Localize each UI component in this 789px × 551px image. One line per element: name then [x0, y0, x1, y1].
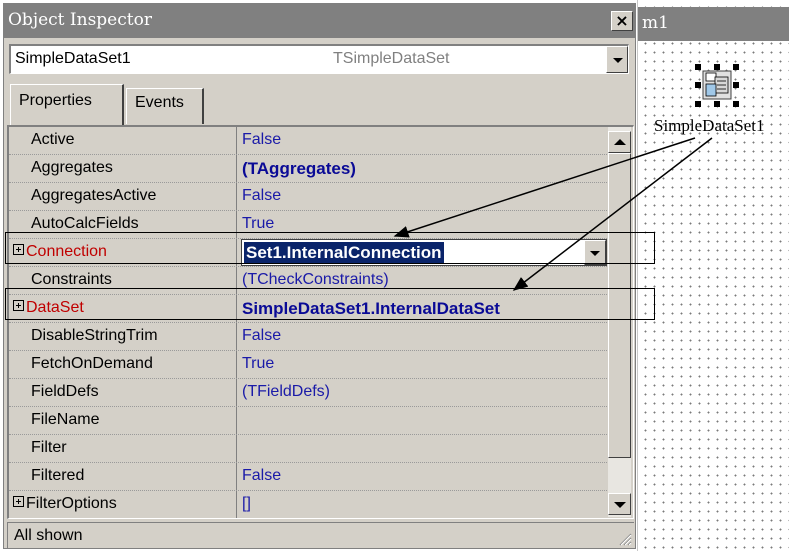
property-row-disablestringtrim[interactable]: DisableStringTrim False — [9, 323, 607, 351]
dbx-dataset-icon[interactable] — [695, 62, 739, 108]
property-name: Filter — [9, 435, 237, 462]
window-title: Object Inspector — [8, 10, 152, 30]
close-icon: × — [615, 11, 629, 30]
window-titlebar[interactable]: Object Inspector × — [4, 4, 635, 38]
property-value[interactable]: False — [240, 323, 606, 350]
resize-grip-icon[interactable] — [618, 532, 632, 546]
connection-highlight-box — [5, 232, 655, 264]
status-bar: All shown — [7, 522, 634, 548]
property-row-filteroptions[interactable]: FilterOptions [] — [9, 491, 607, 518]
form-designer[interactable]: m1 SimpleDataSet1 — [637, 0, 789, 551]
property-value[interactable] — [240, 435, 606, 462]
property-row-aggregates[interactable]: Aggregates (TAggregates) — [9, 155, 607, 183]
arrow-up-icon — [614, 139, 626, 145]
property-grid-scrollbar[interactable] — [608, 127, 631, 517]
property-row-fielddefs[interactable]: FieldDefs (TFieldDefs) — [9, 379, 607, 407]
property-name-cell: FilterOptions — [9, 491, 237, 518]
property-value[interactable]: [] — [240, 491, 606, 518]
property-name: FilterOptions — [26, 495, 117, 512]
property-value[interactable]: False — [240, 127, 606, 154]
property-value[interactable]: True — [240, 351, 606, 378]
object-inspector-window: Object Inspector × SimpleDataSet1 TSimpl… — [3, 3, 636, 549]
property-row-active[interactable]: Active False — [9, 127, 607, 155]
component-name: SimpleDataSet1 — [15, 50, 131, 67]
property-row-filtered[interactable]: Filtered False — [9, 463, 607, 491]
property-row-filename[interactable]: FileName — [9, 407, 607, 435]
status-text: All shown — [14, 527, 83, 544]
tab-events[interactable]: Events — [126, 88, 204, 124]
scroll-down-button[interactable] — [608, 493, 631, 515]
property-name: FieldDefs — [9, 379, 237, 406]
property-value[interactable] — [240, 407, 606, 434]
form-title: m1 — [642, 13, 669, 33]
property-name: FileName — [9, 407, 237, 434]
property-name: DisableStringTrim — [9, 323, 237, 350]
property-value[interactable]: (TFieldDefs) — [240, 379, 606, 406]
property-value[interactable]: False — [240, 463, 606, 490]
tab-properties[interactable]: Properties — [10, 84, 124, 125]
property-name: Aggregates — [9, 155, 237, 182]
form-titlebar[interactable]: m1 — [638, 7, 789, 41]
expand-plus-icon[interactable] — [13, 496, 24, 508]
tab-events-label: Events — [135, 94, 184, 111]
property-row-fetchondemand[interactable]: FetchOnDemand True — [9, 351, 607, 379]
property-grid: Active False Aggregates (TAggregates) Ag… — [7, 125, 634, 519]
property-name: Active — [9, 127, 237, 154]
property-name: FetchOnDemand — [9, 351, 237, 378]
scroll-up-button[interactable] — [608, 131, 631, 153]
property-value[interactable]: (TAggregates) — [240, 155, 606, 182]
property-row-aggregatesactive[interactable]: AggregatesActive False — [9, 183, 607, 211]
component-selector[interactable]: SimpleDataSet1 TSimpleDataSet — [9, 44, 629, 74]
tab-properties-label: Properties — [19, 92, 92, 109]
component-selector-dropdown-button[interactable] — [606, 46, 628, 73]
property-name: AggregatesActive — [9, 183, 237, 210]
property-name: Filtered — [9, 463, 237, 490]
chevron-down-icon — [613, 58, 623, 63]
close-button[interactable]: × — [611, 11, 633, 31]
property-row-filter[interactable]: Filter — [9, 435, 607, 463]
component-caption: SimpleDataSet1 — [654, 116, 765, 135]
arrow-down-icon — [614, 502, 626, 508]
dataset-highlight-box — [5, 288, 655, 320]
component-type: TSimpleDataSet — [333, 50, 450, 67]
property-value[interactable]: False — [240, 183, 606, 210]
